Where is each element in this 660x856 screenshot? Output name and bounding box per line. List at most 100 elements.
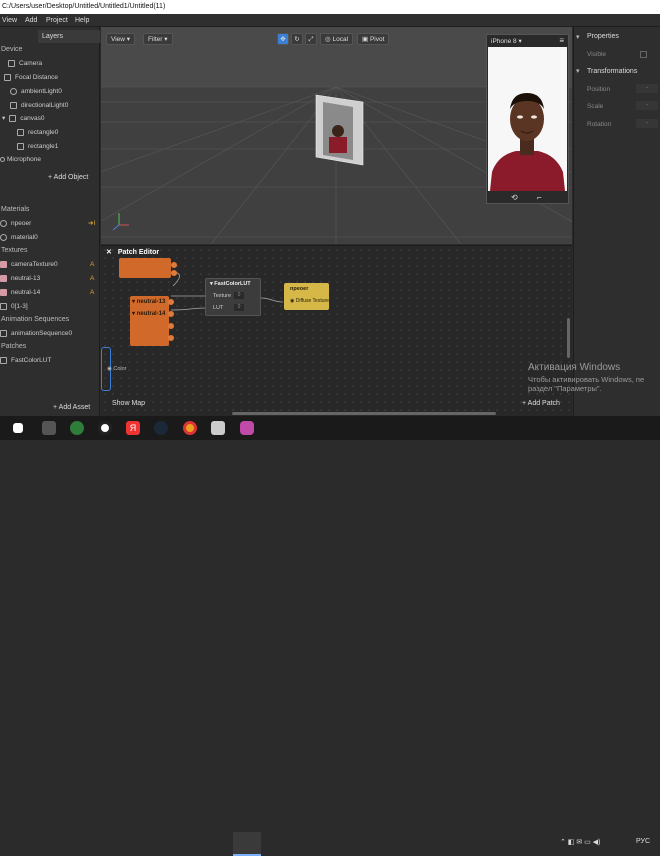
scene-item-camera[interactable]: Camera (8, 58, 42, 70)
chevron-down-icon[interactable]: ▾ (576, 67, 580, 75)
asset-material-npeoer[interactable]: npeoer (0, 218, 31, 230)
diffuse-texture-port: ◉ Diffuse Texture (290, 298, 329, 304)
scene-item-ambient[interactable]: ambientLight0 (10, 86, 62, 98)
language-indicator[interactable]: РУС (636, 838, 650, 845)
scene-item-label: Focal Distance (15, 74, 58, 81)
asset-label: neutral-13 (11, 275, 41, 282)
media-icon[interactable] (98, 421, 112, 435)
scene-item-rectangle1[interactable]: rectangle1 (17, 141, 58, 153)
output-port[interactable] (168, 335, 174, 341)
node-material[interactable]: npeoer ◉ Diffuse Texture (284, 283, 329, 310)
window-title: C:/Users/user/Desktop/Untitled/Untitled1… (0, 0, 660, 14)
browser-icon[interactable] (70, 421, 84, 435)
chrome-icon[interactable] (183, 421, 197, 435)
scene-item-rectangle0[interactable]: rectangle0 (17, 127, 58, 139)
add-object-button[interactable]: + Add Object (48, 174, 88, 181)
output-port[interactable] (168, 311, 174, 317)
asset-texture-neutral13[interactable]: neutral-13 (0, 273, 40, 285)
asset-patch[interactable]: FastColorLUT (0, 355, 51, 367)
yandex-icon[interactable]: Я (126, 421, 140, 435)
asset-texture-neutral14[interactable]: neutral-14 (0, 287, 40, 299)
texture-icon (0, 260, 7, 268)
output-port[interactable] (168, 323, 174, 329)
menu-add[interactable]: Add (25, 14, 37, 27)
globe-icon: ◎ (325, 36, 331, 43)
asset-material0[interactable]: material0 (0, 232, 38, 244)
pivot-icon: ▣ (362, 36, 369, 43)
rotate-device-icon[interactable]: ⟲ (511, 193, 518, 202)
scene-item-focal[interactable]: Focal Distance (4, 72, 58, 84)
output-port[interactable] (171, 262, 177, 268)
node-fastcolorlut[interactable]: ▾ FastColorLUT Texture 0 LUT 0 (205, 278, 261, 316)
chevron-down-icon: ▾ (164, 36, 168, 43)
tray-icons[interactable]: ⌃ ◧ ✉ ▭ ◀) (560, 838, 600, 846)
camera-preview (488, 47, 567, 191)
asset-animation[interactable]: animationSequence0 (0, 328, 72, 340)
device-simulator: iPhone 8 ▾ ≡ ⟲ ⌐ (486, 34, 569, 204)
windows-start-icon[interactable] (13, 423, 23, 433)
menu-help[interactable]: Help (75, 14, 89, 27)
tab-layers[interactable]: Layers (38, 30, 100, 43)
pivot-button[interactable]: ▣ Pivot (357, 33, 390, 45)
move-icon: ✥ (280, 36, 286, 43)
chevron-down-icon: ▾ (518, 38, 522, 45)
material-icon (0, 219, 7, 227)
rotate-icon: ↻ (294, 36, 300, 43)
horizontal-scrollbar[interactable] (232, 412, 496, 415)
section-animation: Animation Sequences (1, 316, 70, 323)
asset-texture-sequence[interactable]: 0[1-3] (0, 301, 28, 313)
directional-light-icon (10, 101, 17, 109)
scene-item-label: rectangle1 (28, 143, 59, 150)
asset-texture-camera[interactable]: cameraTexture0 (0, 259, 58, 271)
menu-view[interactable]: View (2, 14, 17, 27)
steam-icon[interactable] (154, 421, 168, 435)
light-icon (10, 87, 17, 95)
scene-item-microphone[interactable]: Microphone (0, 154, 41, 166)
output-port[interactable] (171, 270, 177, 276)
asset-label: animationSequence0 (11, 330, 73, 337)
scale-tool-button[interactable]: ⤢ (305, 33, 317, 45)
capture-icon[interactable]: ⌐ (537, 193, 542, 202)
asset-label: 0[1-3] (11, 303, 28, 310)
scene-item-canvas[interactable]: ▾ canvas0 (2, 113, 44, 125)
node-camera-texture[interactable] (119, 258, 171, 278)
move-tool-button[interactable]: ✥ (277, 33, 289, 45)
menu-project[interactable]: Project (46, 14, 68, 27)
material-icon (0, 233, 7, 241)
output-port[interactable] (168, 299, 174, 305)
lut-port-value[interactable]: 0 (234, 304, 244, 311)
add-asset-button[interactable]: + Add Asset (53, 404, 90, 411)
texture-badge: A (90, 289, 95, 296)
add-patch-button[interactable]: + Add Patch (522, 400, 560, 407)
texture-icon (0, 288, 7, 296)
spark-ar-taskbar-item[interactable] (233, 832, 261, 856)
position-field[interactable]: - (636, 84, 658, 93)
asset-label: neutral-14 (11, 289, 41, 296)
animation-icon (0, 329, 7, 337)
texture-port-value[interactable]: 0 (234, 292, 244, 299)
chevron-down-icon[interactable]: ▾ (576, 33, 580, 41)
rotation-field[interactable]: - (636, 119, 658, 128)
section-materials: Materials (1, 206, 30, 213)
rotate-tool-button[interactable]: ↻ (291, 33, 303, 45)
vertical-scrollbar[interactable] (567, 318, 570, 358)
node-neutral[interactable]: ▾ neutral-13 ▾ neutral-14 (130, 296, 169, 346)
focal-icon (4, 73, 11, 81)
port-icon: ◉ (290, 298, 295, 304)
game-icon[interactable] (42, 421, 56, 435)
close-icon[interactable]: ✕ (106, 249, 112, 256)
scale-field[interactable]: - (636, 101, 658, 110)
scene-item-label: canvas0 (20, 115, 45, 122)
view-dropdown[interactable]: View ▾ (106, 33, 136, 45)
calculator-icon[interactable] (211, 421, 225, 435)
show-map-button[interactable]: Show Map (112, 400, 145, 407)
texture-port-label: Texture (213, 293, 232, 299)
menu-icon[interactable]: ≡ (559, 36, 564, 45)
texture-badge: A (90, 261, 95, 268)
scene-item-directional[interactable]: directionalLight0 (10, 100, 68, 112)
person-image (488, 47, 567, 191)
device-select[interactable]: iPhone 8 ▾ (491, 37, 522, 45)
visible-checkbox[interactable] (640, 51, 647, 58)
filter-dropdown[interactable]: Filter ▾ (143, 33, 173, 45)
local-button[interactable]: ◎ Local (320, 33, 354, 45)
